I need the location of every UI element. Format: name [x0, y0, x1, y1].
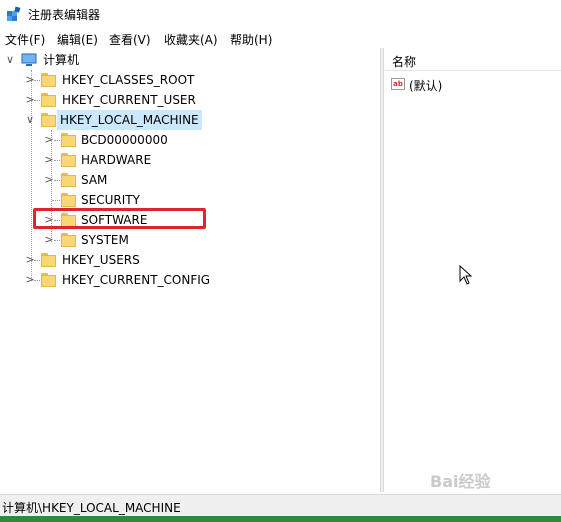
folder-icon: [61, 173, 76, 187]
folder-icon: [41, 273, 56, 287]
tree-node-label: SAM: [81, 173, 108, 187]
tree-node-label: 计算机: [43, 53, 80, 67]
status-bar: 计算机\HKEY_LOCAL_MACHINE: [0, 494, 561, 517]
folder-open-icon: [41, 113, 56, 127]
list-header: 名称: [385, 48, 561, 71]
folder-icon: [61, 133, 76, 147]
registry-tree[interactable]: ∨ 计算机 > HKEY_CLASSES_ROOT > HKEY_CURRENT…: [0, 48, 380, 492]
tree-guide-line: [52, 200, 60, 202]
tree-node-hardware[interactable]: > HARDWARE: [0, 150, 300, 170]
tree-node-sam[interactable]: > SAM: [0, 170, 300, 190]
ab-string-icon: ab: [391, 78, 405, 90]
regedit-app-icon: [7, 6, 21, 21]
tree-node-label: SECURITY: [81, 193, 140, 207]
tree-node-label: HKEY_LOCAL_MACHINE: [57, 110, 202, 130]
tree-node-system[interactable]: > SYSTEM: [0, 230, 300, 250]
title-bar: 注册表编辑器: [0, 0, 561, 28]
menu-edit[interactable]: 编辑(E): [57, 31, 98, 48]
tree-node-computer[interactable]: ∨ 计算机: [0, 50, 300, 70]
expand-toggle-icon[interactable]: ∨: [24, 110, 36, 130]
tree-guide-line: [34, 80, 40, 82]
tree-node-label: SYSTEM: [81, 233, 129, 247]
menu-view[interactable]: 查看(V): [109, 31, 151, 48]
taskbar-strip: [0, 516, 561, 522]
computer-icon: [21, 53, 37, 66]
menu-help[interactable]: 帮助(H): [230, 31, 272, 48]
tree-node-label: HKEY_USERS: [62, 253, 140, 267]
tree-node-hkey-users[interactable]: > HKEY_USERS: [0, 250, 300, 270]
tree-node-hkey-current-user[interactable]: > HKEY_CURRENT_USER: [0, 90, 300, 110]
folder-icon: [61, 153, 76, 167]
tree-node-hkey-classes-root[interactable]: > HKEY_CLASSES_ROOT: [0, 70, 300, 90]
folder-icon: [41, 93, 56, 107]
tree-guide-line: [34, 280, 40, 282]
menu-file[interactable]: 文件(F): [5, 31, 45, 48]
expand-toggle-icon[interactable]: ∨: [4, 50, 16, 70]
tree-guide-line: [54, 160, 60, 162]
tree-node-label: BCD00000000: [81, 133, 168, 147]
mouse-cursor-icon: [459, 265, 473, 285]
tree-node-hkey-current-config[interactable]: > HKEY_CURRENT_CONFIG: [0, 270, 300, 290]
tree-guide-line: [34, 260, 40, 262]
tree-node-hkey-local-machine[interactable]: ∨ HKEY_LOCAL_MACHINE: [0, 110, 300, 130]
folder-icon: [41, 253, 56, 267]
folder-icon: [61, 233, 76, 247]
tree-node-label: HARDWARE: [81, 153, 152, 167]
status-path: 计算机\HKEY_LOCAL_MACHINE: [2, 501, 181, 515]
menu-bar: 文件(F) 编辑(E) 查看(V) 收藏夹(A) 帮助(H): [0, 28, 561, 48]
tree-node-label: HKEY_CLASSES_ROOT: [62, 73, 195, 87]
tree-guide-line: [54, 140, 60, 142]
baidu-watermark: Bai经验: [430, 472, 491, 491]
tree-node-bcd00000000[interactable]: > BCD00000000: [0, 130, 300, 150]
values-list[interactable]: 名称 ab (默认): [385, 48, 561, 492]
column-header-name[interactable]: 名称: [392, 53, 416, 70]
tree-node-label: HKEY_CURRENT_CONFIG: [62, 273, 211, 287]
annotation-highlight-box: [33, 208, 206, 229]
folder-icon: [61, 193, 76, 207]
menu-favorites[interactable]: 收藏夹(A): [164, 31, 218, 48]
tree-guide-line: [34, 100, 40, 102]
pane-splitter[interactable]: [380, 48, 384, 492]
value-name: (默认): [409, 79, 443, 93]
window-title: 注册表编辑器: [28, 8, 101, 22]
tree-guide-line: [54, 180, 60, 182]
tree-guide-line: [54, 240, 60, 242]
tree-node-label: HKEY_CURRENT_USER: [62, 93, 196, 107]
tree-node-security[interactable]: SECURITY: [0, 190, 300, 210]
folder-icon: [41, 73, 56, 87]
